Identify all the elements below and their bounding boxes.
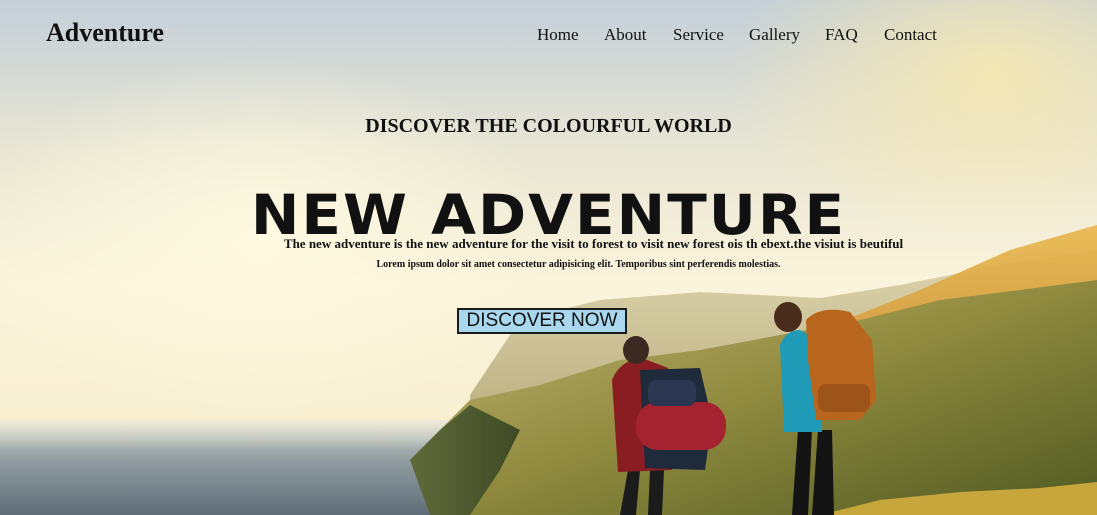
nav-service[interactable]: Service bbox=[673, 25, 724, 45]
nav-faq[interactable]: FAQ bbox=[825, 25, 858, 45]
discover-now-button[interactable]: DISCOVER NOW bbox=[457, 308, 627, 334]
brand-logo[interactable]: Adventure bbox=[46, 18, 164, 48]
nav-about[interactable]: About bbox=[604, 25, 647, 45]
nav-contact[interactable]: Contact bbox=[884, 25, 937, 45]
landscape-illustration bbox=[410, 225, 1097, 515]
nav-home[interactable]: Home bbox=[537, 25, 579, 45]
hero-description: The new adventure is the new adventure f… bbox=[283, 236, 904, 251]
nav-gallery[interactable]: Gallery bbox=[749, 25, 800, 45]
hero-lorem: Lorem ipsum dolor sit amet consectetur a… bbox=[376, 259, 781, 270]
hero-background-image bbox=[0, 0, 1097, 515]
hero-kicker: DISCOVER THE COLOURFUL WORLD bbox=[365, 115, 732, 137]
